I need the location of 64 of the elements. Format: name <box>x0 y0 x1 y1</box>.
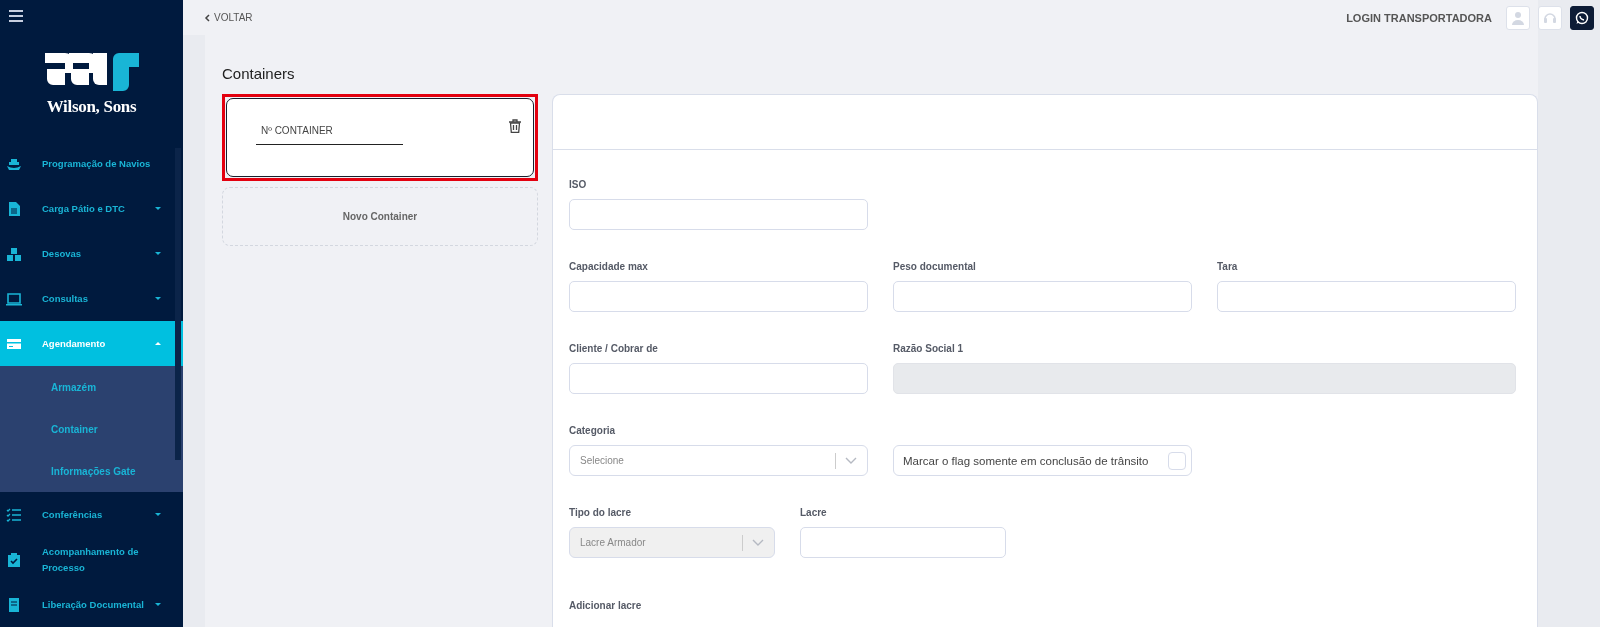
menu-item-icon <box>6 200 22 217</box>
whatsapp-button[interactable] <box>1570 5 1594 30</box>
chat-bubble-icon <box>1575 10 1589 25</box>
user-icon <box>1511 10 1525 25</box>
menu-icon[interactable] <box>9 10 23 22</box>
select-value: Lacre Armador <box>580 537 647 548</box>
menu-item-icon <box>6 551 22 568</box>
field-label: Razão Social 1 <box>893 342 965 356</box>
submenu-item[interactable]: Informações Gate <box>0 450 183 492</box>
text-field[interactable] <box>800 527 1006 558</box>
menu-item-label: Carga Pátio e DTC <box>42 201 126 216</box>
section-title: Containers <box>222 65 296 82</box>
submenu-item[interactable]: Armazém <box>0 366 183 408</box>
menu-item-icon <box>6 290 22 307</box>
scrollbar[interactable] <box>175 148 181 460</box>
menu-item-label: Agendamento <box>42 336 107 351</box>
section-label: Adicionar lacre <box>569 600 643 611</box>
sidebar-item[interactable]: Conferências <box>0 492 183 537</box>
field-label: Tipo do lacre <box>569 506 633 520</box>
sidebar-item[interactable]: Acompanhamento de Processo <box>0 537 183 582</box>
back-link[interactable]: VOLTAR <box>204 12 253 23</box>
chevron-left-icon <box>204 13 210 22</box>
user-button[interactable] <box>1506 5 1530 30</box>
field-label: Categoria <box>569 424 617 438</box>
submenu-item[interactable]: Container <box>0 408 183 450</box>
menu-item-label: Acompanhamento de Processo <box>42 544 140 575</box>
menu-item-label: Programação de Navios <box>42 156 152 171</box>
field-label: ISO <box>569 178 588 192</box>
headset-button[interactable] <box>1538 5 1562 30</box>
sidebar-item[interactable]: Carga Pátio e DTC <box>0 186 183 231</box>
text-field[interactable] <box>893 281 1192 312</box>
field-label: Lacre <box>800 506 828 520</box>
logo-text: Wilson, Sons <box>46 97 137 117</box>
menu-item-label: Conferências <box>42 507 104 522</box>
checkbox-field[interactable]: Marcar o flag somente em conclusão de trânsito <box>893 445 1192 476</box>
checkbox[interactable] <box>1168 451 1186 470</box>
menu-item-label: Liberação Documental <box>42 597 145 612</box>
new-container-button[interactable]: Novo Container <box>222 187 538 246</box>
headset-icon <box>1543 10 1557 25</box>
text-field[interactable] <box>1217 281 1516 312</box>
chevron-down-icon <box>845 456 857 465</box>
sidebar-item[interactable]: Liberação Documental <box>0 582 183 627</box>
field-label: Peso documental <box>893 260 977 274</box>
menu-item-icon <box>6 506 22 523</box>
menu-item-label: Desovas <box>42 246 83 261</box>
container-card[interactable]: Nº CONTAINER <box>226 98 534 177</box>
sidebar-item[interactable]: Programação de Navios <box>0 141 183 186</box>
field-label: Tara <box>1217 260 1239 274</box>
text-field[interactable] <box>569 199 868 230</box>
text-field[interactable] <box>569 281 868 312</box>
menu-item-icon <box>6 596 22 613</box>
sidebar-item[interactable]: Consultas <box>0 276 183 321</box>
select-field[interactable]: Selecione <box>569 445 868 476</box>
user-name: LOGIN TRANSPORTADORA <box>1346 11 1492 24</box>
menu-item-icon <box>6 245 22 262</box>
checkbox-label: Marcar o flag somente em conclusão de trânsito <box>903 454 1149 467</box>
sidebar-item[interactable]: Desovas <box>0 231 183 276</box>
chevron-down-icon <box>752 538 764 547</box>
trash-icon[interactable] <box>509 119 521 133</box>
select-placeholder: Selecione <box>580 455 625 466</box>
menu-item-label: Consultas <box>42 291 89 306</box>
field-label: Cliente / Cobrar de <box>569 342 659 356</box>
field-label: Capacidade max <box>569 260 649 274</box>
text-field[interactable] <box>569 363 868 394</box>
